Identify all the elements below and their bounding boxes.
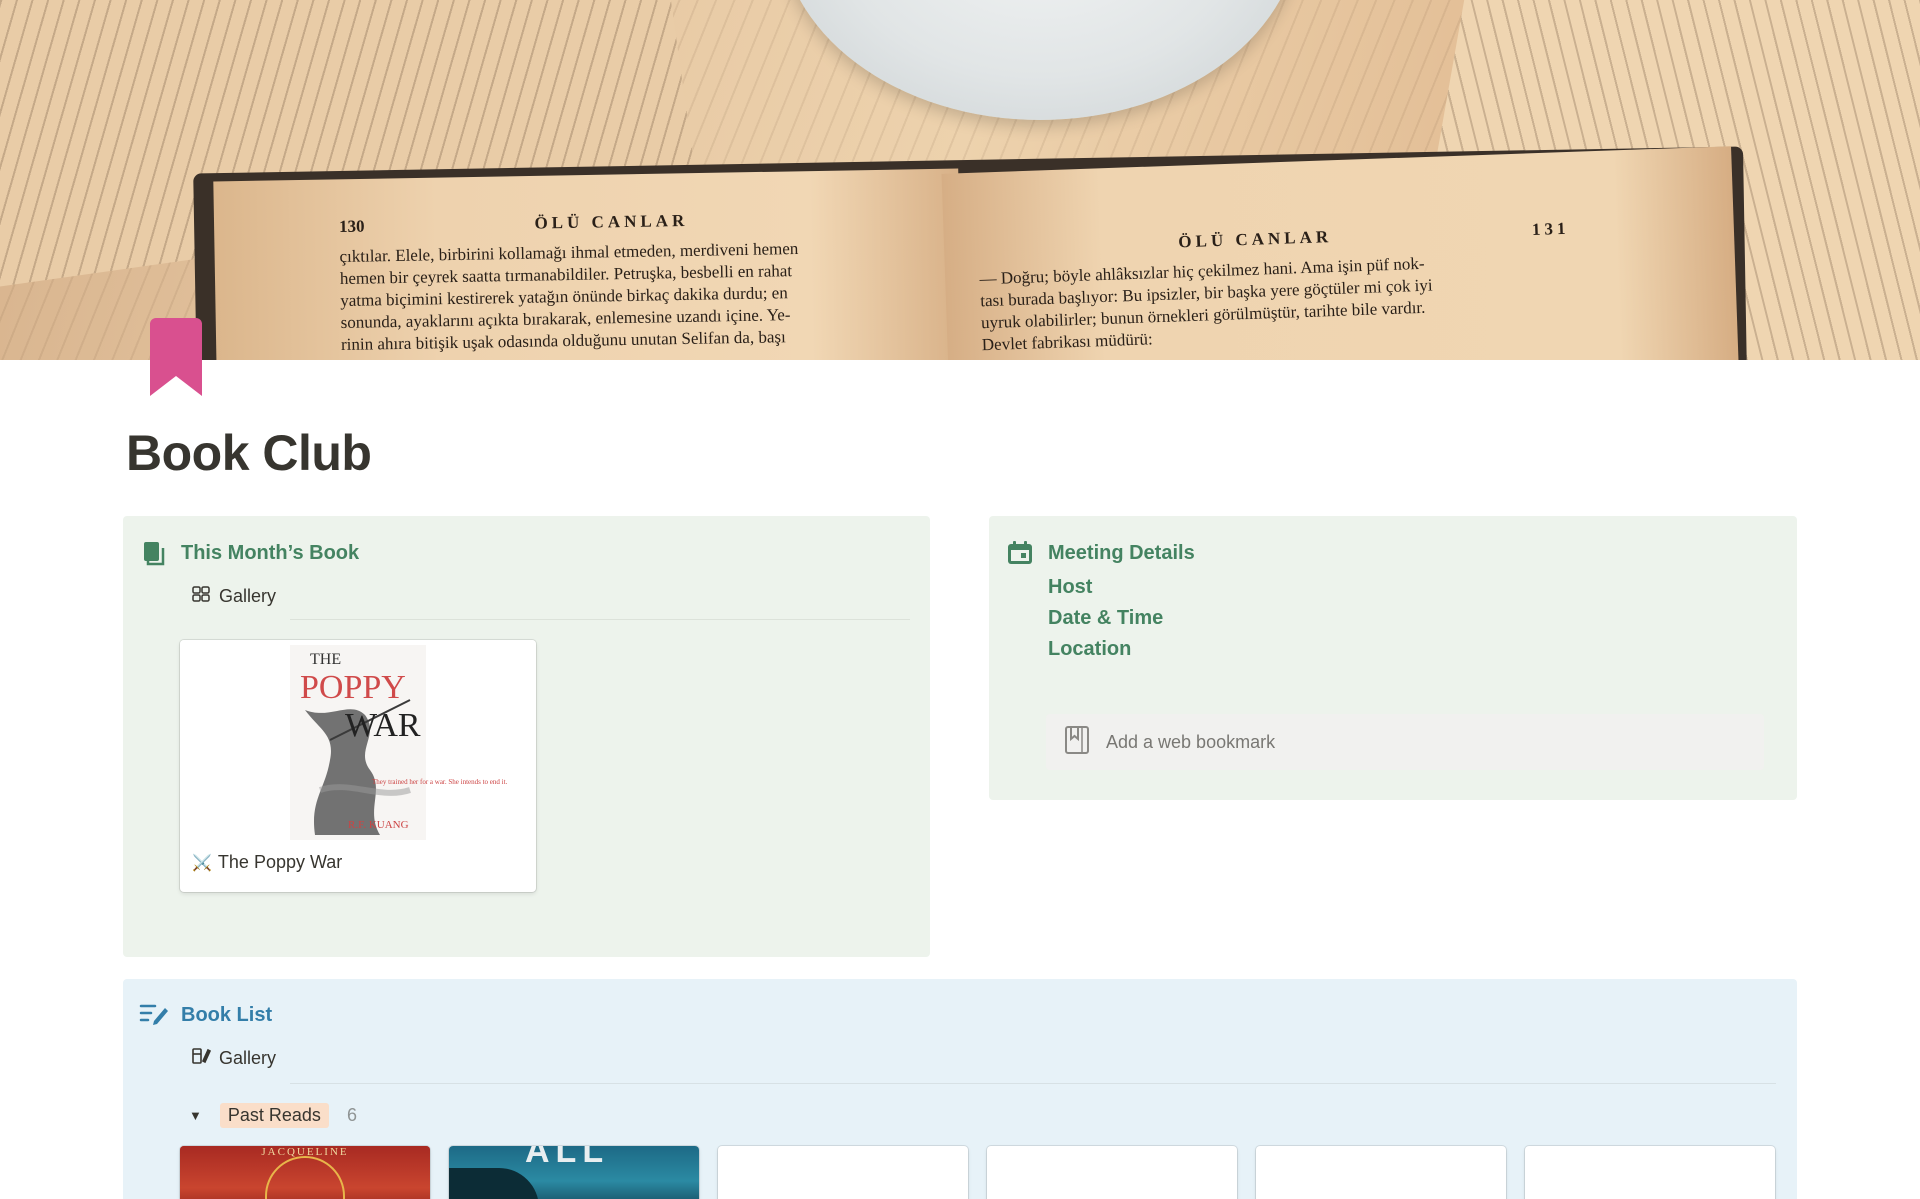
page-cover-image: 130 ÖLÜ CANLAR çıktılar. Elele, birbirini…: [0, 0, 1920, 360]
tab-gallery-label: Gallery: [219, 586, 277, 606]
book-card-2-cover-text: ALL: [525, 1146, 610, 1170]
card-title-label: The Poppy War: [217, 852, 343, 872]
add-web-bookmark-label: Add a web bookmark: [1106, 731, 1276, 752]
book-gallery-icon: [191, 1046, 212, 1071]
book-card-2[interactable]: ALL: [449, 1146, 699, 1199]
cover-the-text: THE: [310, 651, 341, 668]
past-reads-group[interactable]: ▼ Past Reads 6: [189, 1103, 357, 1128]
book-card-5[interactable]: [1256, 1146, 1506, 1199]
tab-book-gallery-label: Gallery: [219, 1048, 277, 1068]
plate: [780, 0, 1300, 120]
calendar-icon: [1007, 540, 1033, 566]
right-page-text: ÖLÜ CANLAR 131 — Doğru; böyle ahlâksızlar…: [979, 218, 1570, 355]
past-reads-count: 6: [346, 1105, 357, 1125]
web-bookmark-icon: [1064, 725, 1090, 760]
page-title[interactable]: Book Club: [126, 424, 372, 482]
book-list-heading[interactable]: Book List: [181, 1004, 272, 1027]
meeting-details-heading[interactable]: Meeting Details: [1048, 542, 1195, 565]
past-reads-tag: Past Reads: [219, 1103, 329, 1128]
meeting-details-callout: Meeting Details Host Date & Time Locatio…: [989, 516, 1797, 800]
add-web-bookmark-button[interactable]: Add a web bookmark: [1046, 714, 1764, 770]
crossed-swords-icon: ⚔️: [192, 854, 212, 872]
book-card-1[interactable]: JACQUELINE: [180, 1146, 430, 1199]
this-month-callout: This Month’s Book Gallery THE POPPY WAR …: [123, 516, 930, 957]
date-time-link[interactable]: Date & Time: [1048, 607, 1163, 630]
book-card-6[interactable]: [1525, 1146, 1775, 1199]
left-page-text: 130 ÖLÜ CANLAR çıktılar. Elele, birbirini…: [338, 210, 799, 354]
cover-war-text: WAR: [345, 707, 421, 744]
cover-author-text: R.F. KUANG: [348, 819, 409, 831]
host-link[interactable]: Host: [1048, 576, 1092, 599]
triangle-down-icon[interactable]: ▼: [189, 1108, 202, 1123]
tab-gallery[interactable]: Gallery: [191, 584, 276, 609]
gallery-card[interactable]: THE POPPY WAR They trained her for a war…: [180, 640, 536, 892]
list-edit-icon: [139, 1001, 169, 1027]
book-card-4[interactable]: [987, 1146, 1237, 1199]
card-title[interactable]: ⚔️ The Poppy War: [192, 852, 342, 873]
tab-book-gallery[interactable]: Gallery: [191, 1046, 276, 1071]
book-card-3[interactable]: [718, 1146, 968, 1199]
cover-blurb-text: They trained her for a war. She intends …: [372, 778, 508, 786]
book-card-1-cover-text: JACQUELINE: [261, 1146, 349, 1158]
this-month-heading[interactable]: This Month’s Book: [181, 542, 359, 565]
cover-poppy-text: POPPY: [300, 669, 406, 706]
bookmark-icon[interactable]: [150, 318, 202, 396]
location-link[interactable]: Location: [1048, 638, 1131, 661]
book-cover-poppy-war: THE POPPY WAR They trained her for a war…: [180, 640, 536, 840]
gallery-grid-icon: [191, 584, 211, 609]
books-icon: [141, 540, 167, 566]
